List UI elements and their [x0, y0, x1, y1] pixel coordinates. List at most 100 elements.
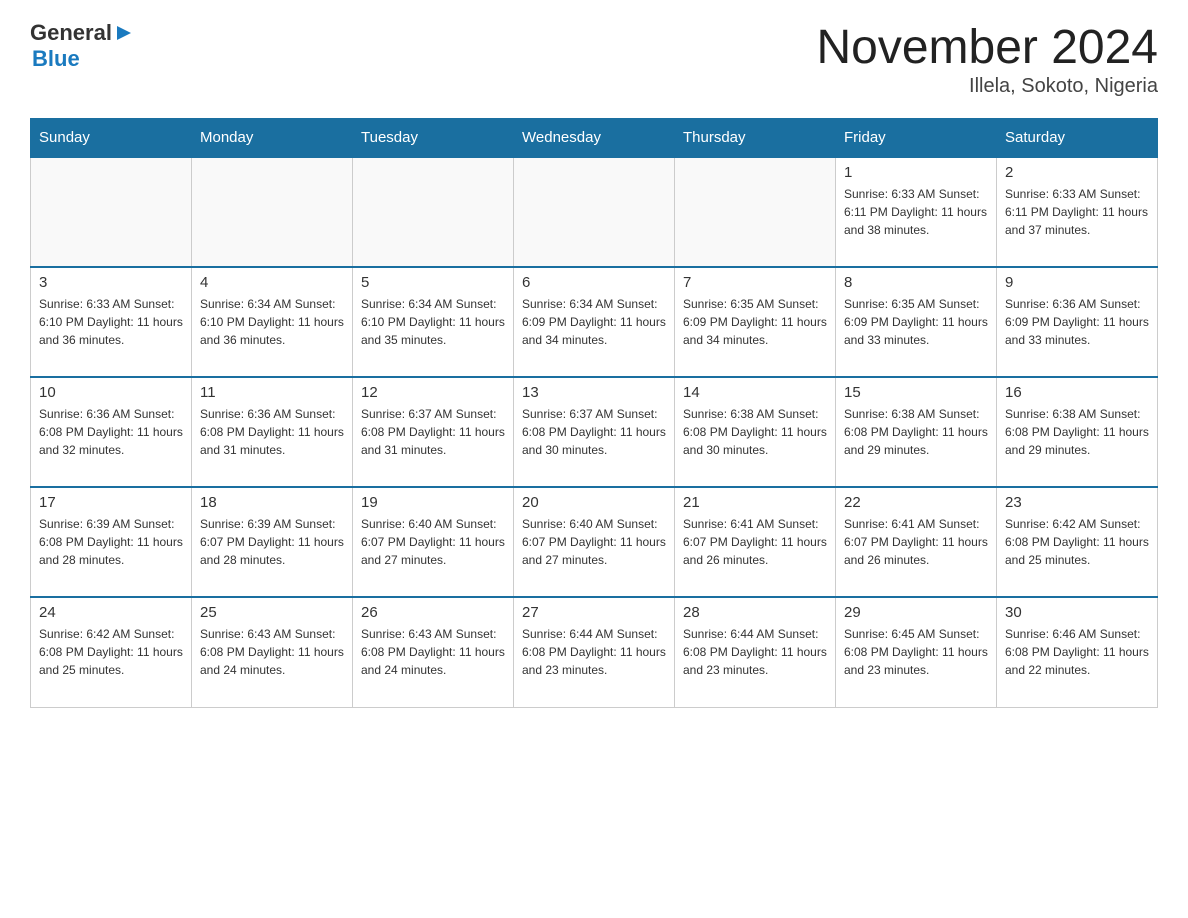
- day-info: Sunrise: 6:41 AM Sunset: 6:07 PM Dayligh…: [683, 515, 827, 569]
- week-row-2: 3 Sunrise: 6:33 AM Sunset: 6:10 PM Daylig…: [31, 267, 1158, 377]
- day-info: Sunrise: 6:33 AM Sunset: 6:11 PM Dayligh…: [1005, 185, 1149, 239]
- weekday-header-thursday: Thursday: [675, 119, 836, 158]
- day-info: Sunrise: 6:38 AM Sunset: 6:08 PM Dayligh…: [844, 405, 988, 459]
- calendar-cell: 19 Sunrise: 6:40 AM Sunset: 6:07 PM Dayli…: [353, 487, 514, 597]
- calendar-cell: 13Sunrise: 6:37 AM Sunset: 6:08 PM Dayli…: [514, 377, 675, 487]
- calendar-cell: 10Sunrise: 6:36 AM Sunset: 6:08 PM Dayli…: [31, 377, 192, 487]
- day-number: 28: [683, 604, 827, 621]
- day-info: Sunrise: 6:38 AM Sunset: 6:08 PM Dayligh…: [1005, 405, 1149, 459]
- day-number: 1: [844, 164, 988, 181]
- weekday-header-tuesday: Tuesday: [353, 119, 514, 158]
- calendar-cell: [514, 157, 675, 267]
- calendar-cell: [353, 157, 514, 267]
- day-info: Sunrise: 6:40 AM Sunset: 6:07 PM Dayligh…: [361, 515, 505, 569]
- logo: General Blue: [30, 20, 135, 72]
- title-area: November 2024 Illela, Sokoto, Nigeria: [816, 20, 1158, 98]
- calendar-cell: 4 Sunrise: 6:34 AM Sunset: 6:10 PM Daylig…: [192, 267, 353, 377]
- day-number: 17: [39, 494, 183, 511]
- day-number: 9: [1005, 274, 1149, 291]
- calendar-cell: 22 Sunrise: 6:41 AM Sunset: 6:07 PM Dayli…: [836, 487, 997, 597]
- day-info: Sunrise: 6:37 AM Sunset: 6:08 PM Dayligh…: [522, 405, 666, 459]
- weekday-header-monday: Monday: [192, 119, 353, 158]
- calendar-cell: 14 Sunrise: 6:38 AM Sunset: 6:08 PM Dayli…: [675, 377, 836, 487]
- day-info: Sunrise: 6:44 AM Sunset: 6:08 PM Dayligh…: [522, 625, 666, 679]
- page-header: General Blue November 2024 Illela, Sokot…: [30, 20, 1158, 98]
- day-number: 12: [361, 384, 505, 401]
- logo-arrow-icon: [113, 22, 135, 44]
- calendar-cell: [192, 157, 353, 267]
- day-number: 26: [361, 604, 505, 621]
- week-row-4: 17 Sunrise: 6:39 AM Sunset: 6:08 PM Dayli…: [31, 487, 1158, 597]
- day-info: Sunrise: 6:36 AM Sunset: 6:08 PM Dayligh…: [200, 405, 344, 459]
- day-number: 16: [1005, 384, 1149, 401]
- day-info: Sunrise: 6:39 AM Sunset: 6:08 PM Dayligh…: [39, 515, 183, 569]
- weekday-header-sunday: Sunday: [31, 119, 192, 158]
- day-number: 27: [522, 604, 666, 621]
- day-number: 6: [522, 274, 666, 291]
- calendar-cell: 9 Sunrise: 6:36 AM Sunset: 6:09 PM Daylig…: [997, 267, 1158, 377]
- day-number: 4: [200, 274, 344, 291]
- calendar-cell: 17 Sunrise: 6:39 AM Sunset: 6:08 PM Dayli…: [31, 487, 192, 597]
- day-number: 7: [683, 274, 827, 291]
- day-info: Sunrise: 6:38 AM Sunset: 6:08 PM Dayligh…: [683, 405, 827, 459]
- calendar-cell: 7Sunrise: 6:35 AM Sunset: 6:09 PM Daylig…: [675, 267, 836, 377]
- calendar-cell: 8Sunrise: 6:35 AM Sunset: 6:09 PM Daylig…: [836, 267, 997, 377]
- calendar-cell: 5Sunrise: 6:34 AM Sunset: 6:10 PM Daylig…: [353, 267, 514, 377]
- calendar-cell: 21 Sunrise: 6:41 AM Sunset: 6:07 PM Dayli…: [675, 487, 836, 597]
- day-number: 21: [683, 494, 827, 511]
- day-number: 5: [361, 274, 505, 291]
- day-info: Sunrise: 6:40 AM Sunset: 6:07 PM Dayligh…: [522, 515, 666, 569]
- day-number: 3: [39, 274, 183, 291]
- calendar-cell: 1 Sunrise: 6:33 AM Sunset: 6:11 PM Daylig…: [836, 157, 997, 267]
- day-number: 20: [522, 494, 666, 511]
- calendar-cell: 12 Sunrise: 6:37 AM Sunset: 6:08 PM Dayli…: [353, 377, 514, 487]
- calendar-cell: 26 Sunrise: 6:43 AM Sunset: 6:08 PM Dayli…: [353, 597, 514, 707]
- day-info: Sunrise: 6:34 AM Sunset: 6:09 PM Dayligh…: [522, 295, 666, 349]
- calendar-cell: [675, 157, 836, 267]
- day-info: Sunrise: 6:41 AM Sunset: 6:07 PM Dayligh…: [844, 515, 988, 569]
- day-number: 11: [200, 384, 344, 401]
- calendar-table: SundayMondayTuesdayWednesdayThursdayFrid…: [30, 118, 1158, 708]
- day-info: Sunrise: 6:36 AM Sunset: 6:08 PM Dayligh…: [39, 405, 183, 459]
- calendar-cell: 16 Sunrise: 6:38 AM Sunset: 6:08 PM Dayli…: [997, 377, 1158, 487]
- day-info: Sunrise: 6:37 AM Sunset: 6:08 PM Dayligh…: [361, 405, 505, 459]
- day-info: Sunrise: 6:43 AM Sunset: 6:08 PM Dayligh…: [200, 625, 344, 679]
- day-info: Sunrise: 6:33 AM Sunset: 6:11 PM Dayligh…: [844, 185, 988, 239]
- week-row-3: 10Sunrise: 6:36 AM Sunset: 6:08 PM Dayli…: [31, 377, 1158, 487]
- day-info: Sunrise: 6:35 AM Sunset: 6:09 PM Dayligh…: [844, 295, 988, 349]
- day-info: Sunrise: 6:46 AM Sunset: 6:08 PM Dayligh…: [1005, 625, 1149, 679]
- day-number: 15: [844, 384, 988, 401]
- day-number: 30: [1005, 604, 1149, 621]
- calendar-cell: 30 Sunrise: 6:46 AM Sunset: 6:08 PM Dayli…: [997, 597, 1158, 707]
- day-info: Sunrise: 6:45 AM Sunset: 6:08 PM Dayligh…: [844, 625, 988, 679]
- calendar-cell: 2 Sunrise: 6:33 AM Sunset: 6:11 PM Daylig…: [997, 157, 1158, 267]
- day-info: Sunrise: 6:42 AM Sunset: 6:08 PM Dayligh…: [39, 625, 183, 679]
- calendar-cell: 27 Sunrise: 6:44 AM Sunset: 6:08 PM Dayli…: [514, 597, 675, 707]
- day-info: Sunrise: 6:42 AM Sunset: 6:08 PM Dayligh…: [1005, 515, 1149, 569]
- weekday-header-row: SundayMondayTuesdayWednesdayThursdayFrid…: [31, 119, 1158, 158]
- day-info: Sunrise: 6:36 AM Sunset: 6:09 PM Dayligh…: [1005, 295, 1149, 349]
- day-number: 25: [200, 604, 344, 621]
- day-number: 14: [683, 384, 827, 401]
- day-info: Sunrise: 6:34 AM Sunset: 6:10 PM Dayligh…: [200, 295, 344, 349]
- week-row-1: 1 Sunrise: 6:33 AM Sunset: 6:11 PM Daylig…: [31, 157, 1158, 267]
- weekday-header-wednesday: Wednesday: [514, 119, 675, 158]
- day-info: Sunrise: 6:39 AM Sunset: 6:07 PM Dayligh…: [200, 515, 344, 569]
- day-number: 22: [844, 494, 988, 511]
- weekday-header-saturday: Saturday: [997, 119, 1158, 158]
- day-info: Sunrise: 6:33 AM Sunset: 6:10 PM Dayligh…: [39, 295, 183, 349]
- day-number: 29: [844, 604, 988, 621]
- calendar-subtitle: Illela, Sokoto, Nigeria: [816, 75, 1158, 98]
- calendar-cell: 23 Sunrise: 6:42 AM Sunset: 6:08 PM Dayli…: [997, 487, 1158, 597]
- day-info: Sunrise: 6:43 AM Sunset: 6:08 PM Dayligh…: [361, 625, 505, 679]
- calendar-title: November 2024: [816, 20, 1158, 75]
- day-number: 24: [39, 604, 183, 621]
- calendar-cell: 29 Sunrise: 6:45 AM Sunset: 6:08 PM Dayli…: [836, 597, 997, 707]
- day-number: 2: [1005, 164, 1149, 181]
- day-info: Sunrise: 6:44 AM Sunset: 6:08 PM Dayligh…: [683, 625, 827, 679]
- day-number: 18: [200, 494, 344, 511]
- day-number: 23: [1005, 494, 1149, 511]
- day-number: 19: [361, 494, 505, 511]
- calendar-cell: 24 Sunrise: 6:42 AM Sunset: 6:08 PM Dayli…: [31, 597, 192, 707]
- calendar-cell: 15 Sunrise: 6:38 AM Sunset: 6:08 PM Dayli…: [836, 377, 997, 487]
